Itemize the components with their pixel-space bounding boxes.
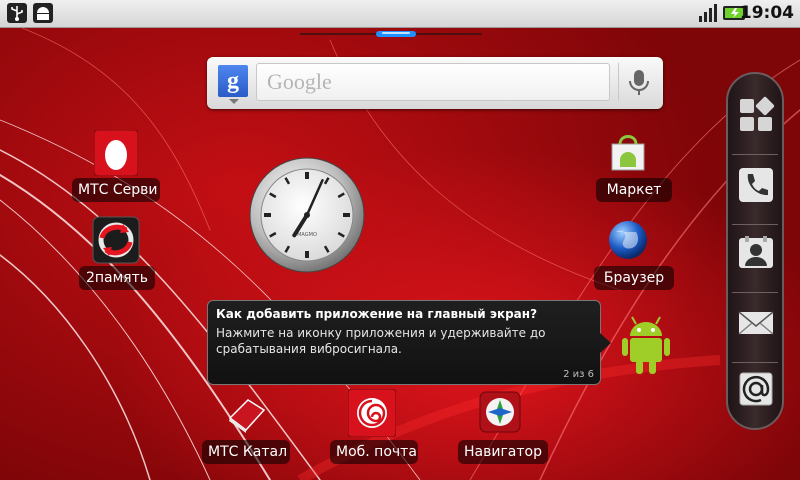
microphone-icon — [629, 70, 649, 95]
clock-time: 19:04 — [739, 3, 794, 23]
tooltip-title: Как добавить приложение на главный экран… — [216, 307, 538, 321]
app-label: Навигатор — [458, 440, 548, 464]
market-bag-icon — [611, 135, 645, 171]
signal-icon — [698, 2, 720, 24]
sync-arrows-icon — [92, 216, 140, 264]
tooltip-text: Нажмите на иконку приложения и удерживай… — [216, 326, 546, 356]
tooltip-page-indicator: 2 из 6 — [563, 369, 594, 380]
at-spiral-icon — [348, 389, 396, 437]
dock-separator — [732, 292, 778, 293]
status-bar: 19:04 — [0, 0, 800, 28]
clock-brand: MAGMO — [297, 232, 317, 238]
email-at-icon[interactable] — [737, 370, 775, 408]
google-search-widget[interactable]: g Google — [207, 57, 663, 109]
apps-grid-icon[interactable] — [737, 96, 775, 134]
dock-separator — [732, 362, 778, 363]
tooltip-arrow — [600, 333, 611, 353]
app-label: Браузер — [594, 266, 674, 290]
app-label: Моб. почта — [330, 440, 418, 464]
app-label: МТС Серви — [72, 178, 160, 202]
mts-egg-icon — [94, 130, 138, 176]
android-robot-icon[interactable] — [620, 312, 672, 376]
search-source-chevron-icon[interactable] — [229, 99, 239, 104]
analog-clock-widget[interactable]: MAGMO — [248, 156, 366, 274]
hint-tooltip[interactable]: Как добавить приложение на главный экран… — [207, 300, 601, 385]
page-indicator[interactable] — [300, 31, 482, 37]
app-label: 2память — [79, 266, 155, 290]
voice-search-button[interactable] — [618, 63, 659, 101]
google-logo[interactable]: g — [218, 65, 248, 97]
envelope-icon[interactable] — [737, 304, 775, 342]
search-input[interactable]: Google — [256, 63, 610, 101]
app-label: Маркет — [596, 178, 672, 202]
android-debug-icon[interactable] — [32, 2, 54, 24]
dock-separator — [732, 154, 778, 155]
contacts-icon[interactable] — [737, 234, 775, 272]
book-icon — [228, 399, 266, 433]
globe-icon — [609, 221, 647, 259]
dock-separator — [732, 224, 778, 225]
app-dock — [726, 72, 784, 430]
usb-icon[interactable] — [6, 2, 28, 24]
compass-icon — [479, 391, 521, 433]
phone-icon[interactable] — [737, 166, 775, 204]
app-label: МТС Катал — [202, 440, 290, 464]
